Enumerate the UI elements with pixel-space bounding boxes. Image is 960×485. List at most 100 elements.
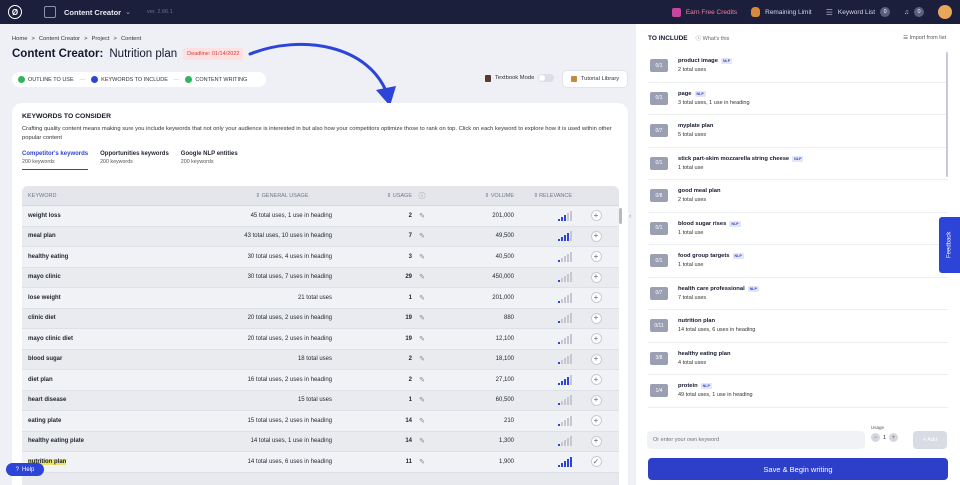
keyword-cell[interactable]: nutrition plan [22,458,172,465]
include-item[interactable]: 0/1 stick part-skim mozzarella string ch… [648,148,948,180]
edit-icon[interactable]: ✎ [412,294,432,302]
feedback-button[interactable]: Feedback [939,217,960,273]
edit-icon[interactable]: ✎ [412,355,432,363]
save-begin-writing-button[interactable]: Save & Begin writing [648,458,948,480]
table-row[interactable]: meal plan 43 total uses, 10 uses in head… [22,226,619,247]
step-outline[interactable]: OUTLINE TO USE [18,76,74,83]
keyword-cell[interactable]: meal plan [22,233,172,239]
col-usage[interactable]: ⇕ USAGE [332,193,412,199]
info-icon[interactable]: ⓘ [412,191,432,201]
keyword-cell[interactable]: mayo clinic [22,274,172,280]
include-item[interactable]: 1/4 protein NLP 49 total uses, 1 use in h… [648,375,948,408]
keyword-cell[interactable]: eating plate [22,418,172,424]
include-item[interactable]: 0/8 good meal plan 2 total uses [648,180,948,213]
edit-icon[interactable]: ✎ [412,273,432,281]
table-scrollbar[interactable] [619,208,622,224]
step-keywords[interactable]: KEYWORDS TO INCLUDE [91,76,168,83]
col-general-usage[interactable]: ⇕ GENERAL USAGE [172,193,332,199]
table-row[interactable]: nutrition plan 14 total uses, 6 uses in … [22,452,619,473]
app-name[interactable]: Content Creator [64,8,121,17]
include-item[interactable]: 0/1 product image NLP 2 total uses [648,50,948,83]
keyword-list-button[interactable]: ☰ Keyword List 0 [826,7,891,17]
earn-credits-button[interactable]: Earn Free Credits [671,7,737,17]
col-relevance[interactable]: ⇕ RELEVANCE [514,191,572,201]
keyword-cell[interactable]: heart disease [22,397,172,403]
remaining-limit-button[interactable]: Remaining Limit [751,7,812,17]
add-icon[interactable]: ✓ [590,456,602,468]
help-button[interactable]: ? Help [6,463,44,476]
edit-icon[interactable]: ✎ [412,212,432,220]
add-icon[interactable]: + [590,210,602,222]
tab-google-nlp[interactable]: Google NLP entities 200 keywords [181,151,238,170]
add-icon[interactable]: + [590,415,602,427]
edit-icon[interactable]: ✎ [412,232,432,240]
add-icon[interactable]: + [590,394,602,406]
add-icon[interactable]: + [590,251,602,263]
table-row[interactable]: mayo clinic 30 total uses, 7 uses in hea… [22,267,619,288]
add-icon[interactable]: + [590,271,602,283]
tutorial-library-button[interactable]: Tutorial Library [562,70,628,88]
include-item[interactable]: 3/8 healthy eating plan 4 total uses [648,343,948,375]
edit-icon[interactable]: ✎ [412,458,432,466]
usage-value[interactable]: 1 [883,435,886,441]
breadcrumb-project[interactable]: Project [92,36,110,42]
table-row[interactable]: weight loss 45 total uses, 1 use in head… [22,206,619,227]
avatar[interactable] [938,5,952,19]
breadcrumb-home[interactable]: Home [12,36,27,42]
add-icon[interactable]: + [590,230,602,242]
table-row[interactable]: eating plate 15 total uses, 2 uses in he… [22,411,619,432]
chevron-down-icon[interactable]: ⌄ [125,8,131,16]
table-row[interactable]: lose weight 21 total uses 1 ✎ 201,000 + [22,288,619,309]
edit-icon[interactable]: ✎ [412,314,432,322]
textbook-mode-toggle[interactable] [538,74,555,82]
table-row[interactable]: healthy eating 30 total uses, 4 uses in … [22,247,619,268]
chevron-left-icon[interactable]: ‹ [629,213,631,220]
table-row[interactable]: healthy eating plate 14 total uses, 1 us… [22,431,619,452]
include-item[interactable]: 0/11 nutrition plan 14 total uses, 6 use… [648,310,948,343]
add-icon[interactable]: + [590,435,602,447]
import-from-list-button[interactable]: ☰ Import from list [903,35,946,41]
notifications-button[interactable]: ♫ 0 [904,7,924,17]
keyword-cell[interactable]: lose weight [22,295,172,301]
edit-icon[interactable]: ✎ [412,437,432,445]
grid-icon[interactable] [44,6,56,18]
tab-competitor-keywords[interactable]: Competitor's keywords 200 keywords [22,151,89,170]
col-keyword[interactable]: KEYWORD [22,193,172,199]
add-icon[interactable]: + [590,312,602,324]
table-row[interactable]: blood sugar 18 total uses 2 ✎ 18,100 + [22,349,619,370]
include-item[interactable]: 0/7 myplate plan 5 total uses [648,115,948,148]
breadcrumb-content-creator[interactable]: Content Creator [39,36,80,42]
keyword-cell[interactable]: healthy eating plate [22,438,172,444]
include-item[interactable]: 0/1 page NLP 3 total uses, 1 use in headi… [648,83,948,115]
table-row[interactable]: diet plan 16 total uses, 2 uses in headi… [22,370,619,391]
edit-icon[interactable]: ✎ [412,376,432,384]
table-row[interactable]: clinic diet 20 total uses, 2 uses in hea… [22,308,619,329]
whats-this-link[interactable]: ⓘ What's this [696,34,730,42]
edit-icon[interactable]: ✎ [412,396,432,404]
keyword-cell[interactable]: healthy eating [22,254,172,260]
col-volume[interactable]: ⇕ VOLUME [432,193,514,199]
add-icon[interactable]: + [590,353,602,365]
include-item[interactable]: 0/7 health care professional NLP 7 total … [648,278,948,310]
keyword-cell[interactable]: mayo clinic diet [22,336,172,342]
keyword-cell[interactable]: clinic diet [22,315,172,321]
decrement-button[interactable]: − [871,433,880,442]
add-keyword-button[interactable]: + Add [913,431,947,449]
add-icon[interactable]: + [590,333,602,345]
table-row[interactable]: heart disease 15 total uses 1 ✎ 60,500 + [22,390,619,411]
include-item[interactable]: 0/1 blood sugar rises NLP 1 total use [648,213,948,245]
increment-button[interactable]: + [889,433,899,442]
keyword-cell[interactable]: weight loss [22,213,172,219]
edit-icon[interactable]: ✎ [412,253,432,261]
step-writing[interactable]: CONTENT WRITING [185,76,247,83]
add-icon[interactable]: + [590,292,602,304]
keyword-cell[interactable]: diet plan [22,377,172,383]
logo-icon[interactable]: Ø [8,5,22,19]
tab-opportunities-keywords[interactable]: Opportunities keywords 200 keywords [100,151,169,170]
table-row[interactable]: mayo clinic diet 20 total uses, 2 uses i… [22,329,619,350]
keyword-cell[interactable]: blood sugar [22,356,172,362]
add-icon[interactable]: + [590,374,602,386]
edit-icon[interactable]: ✎ [412,417,432,425]
include-item[interactable]: 0/1 food group targets NLP 1 total use [648,245,948,278]
to-include-scrollbar[interactable] [946,52,948,177]
